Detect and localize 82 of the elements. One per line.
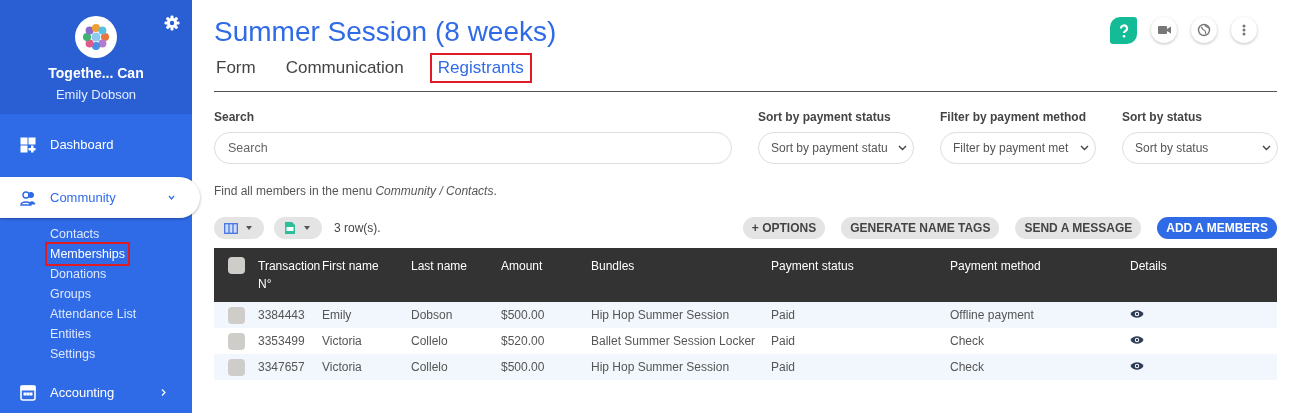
table-cell: Paid bbox=[771, 360, 796, 374]
column-header: Amount bbox=[501, 259, 543, 273]
row-checkbox[interactable] bbox=[228, 333, 245, 350]
nav-item[interactable]: Community bbox=[0, 177, 200, 218]
table-cell: Collelo bbox=[411, 334, 448, 348]
eye-icon[interactable] bbox=[1130, 361, 1144, 371]
row-checkbox[interactable] bbox=[228, 359, 245, 376]
column-header: Payment method bbox=[950, 259, 1041, 273]
question-mark-icon bbox=[1118, 23, 1129, 38]
table-cell: $500.00 bbox=[501, 308, 545, 322]
table-cell: Victoria bbox=[322, 334, 362, 348]
users-icon bbox=[20, 189, 36, 206]
table-cell: Check bbox=[950, 360, 984, 374]
chevron-down-icon bbox=[1262, 145, 1271, 151]
help-button[interactable] bbox=[1110, 17, 1137, 44]
column-header: Payment status bbox=[771, 259, 854, 273]
spreadsheet-file-icon bbox=[284, 221, 296, 235]
table-cell: $520.00 bbox=[501, 334, 545, 348]
select-all-checkbox[interactable] bbox=[228, 257, 245, 274]
table-cell: 3347657 bbox=[258, 360, 305, 374]
add-members-button[interactable]: ADD A MEMBERS bbox=[1157, 217, 1277, 239]
caret-icon bbox=[246, 226, 252, 230]
chevron-down-icon bbox=[1080, 145, 1089, 151]
column-header: Bundles bbox=[591, 259, 635, 273]
table-cell: Hip Hop Summer Session bbox=[591, 360, 730, 374]
table-cell: Collelo bbox=[411, 360, 448, 374]
table-cell: 3353499 bbox=[258, 334, 305, 348]
hint-text: Find all members in the menu Community / Contacts. bbox=[214, 184, 498, 198]
chevron-down-icon bbox=[898, 145, 907, 151]
field-label: Search bbox=[214, 110, 256, 124]
table-cell: Emily bbox=[322, 308, 352, 322]
table-cell: Dobson bbox=[411, 308, 453, 322]
organization-name: Togethe... Can bbox=[48, 65, 144, 81]
row-count: 3 row(s). bbox=[334, 221, 382, 235]
column-header: Transaction N° bbox=[258, 259, 321, 291]
tab[interactable]: Registrants bbox=[431, 55, 530, 81]
calculator-icon bbox=[20, 384, 36, 401]
dashboard-icon bbox=[20, 136, 36, 153]
column-header: Last name bbox=[411, 259, 468, 273]
action-button[interactable]: SEND A MESSAGE bbox=[1015, 217, 1142, 239]
nav-item[interactable]: Accounting bbox=[0, 372, 192, 413]
search-field[interactable]: Search bbox=[214, 132, 732, 164]
nav-item[interactable]: Dashboard bbox=[0, 124, 192, 165]
page-title: Summer Session (8 weeks) bbox=[214, 16, 557, 48]
table-cell: Offline payment bbox=[950, 308, 1034, 322]
submenu-item[interactable]: Memberships bbox=[47, 244, 129, 264]
submenu-item[interactable]: Settings bbox=[47, 344, 99, 364]
table-cell: Victoria bbox=[322, 360, 362, 374]
language-button[interactable] bbox=[1191, 17, 1217, 43]
settings-icon bbox=[164, 15, 180, 31]
columns-icon bbox=[224, 222, 238, 234]
column-header: Details bbox=[1130, 259, 1167, 273]
submenu-item[interactable]: Entities bbox=[47, 324, 94, 344]
action-button[interactable]: GENERATE NAME TAGS bbox=[841, 217, 1000, 239]
tab[interactable]: Communication bbox=[283, 55, 406, 81]
video-camera-icon bbox=[1157, 23, 1171, 37]
table-cell: Check bbox=[950, 334, 984, 348]
video-button[interactable] bbox=[1151, 17, 1177, 43]
table-cell: $500.00 bbox=[501, 360, 545, 374]
tab[interactable]: Form bbox=[214, 55, 258, 81]
table-cell: 3384443 bbox=[258, 308, 305, 322]
action-button[interactable]: + OPTIONS bbox=[742, 217, 826, 239]
eye-icon[interactable] bbox=[1130, 335, 1144, 345]
table-cell: Paid bbox=[771, 334, 796, 348]
field-label: Sort by status bbox=[1122, 110, 1203, 124]
table-cell: Hip Hop Summer Session bbox=[591, 308, 730, 322]
submenu-item[interactable]: Contacts bbox=[47, 224, 103, 244]
columns-dropdown-button[interactable] bbox=[214, 217, 264, 239]
column-header: First name bbox=[322, 259, 379, 273]
table-cell: Ballet Summer Session Locker bbox=[591, 334, 756, 348]
row-checkbox[interactable] bbox=[228, 307, 245, 324]
export-dropdown-button[interactable] bbox=[274, 217, 322, 239]
eye-icon[interactable] bbox=[1130, 309, 1144, 319]
submenu-item[interactable]: Donations bbox=[47, 264, 110, 284]
table-cell: Paid bbox=[771, 308, 796, 322]
caret-icon bbox=[304, 226, 310, 230]
field-label: Filter by payment method bbox=[940, 110, 1088, 124]
field-label: Sort by payment status bbox=[758, 110, 892, 124]
submenu-item[interactable]: Attendance List bbox=[47, 304, 140, 324]
submenu-item[interactable]: Groups bbox=[47, 284, 94, 304]
globe-icon bbox=[1197, 23, 1211, 37]
user-name: Emily Dobson bbox=[55, 87, 137, 102]
